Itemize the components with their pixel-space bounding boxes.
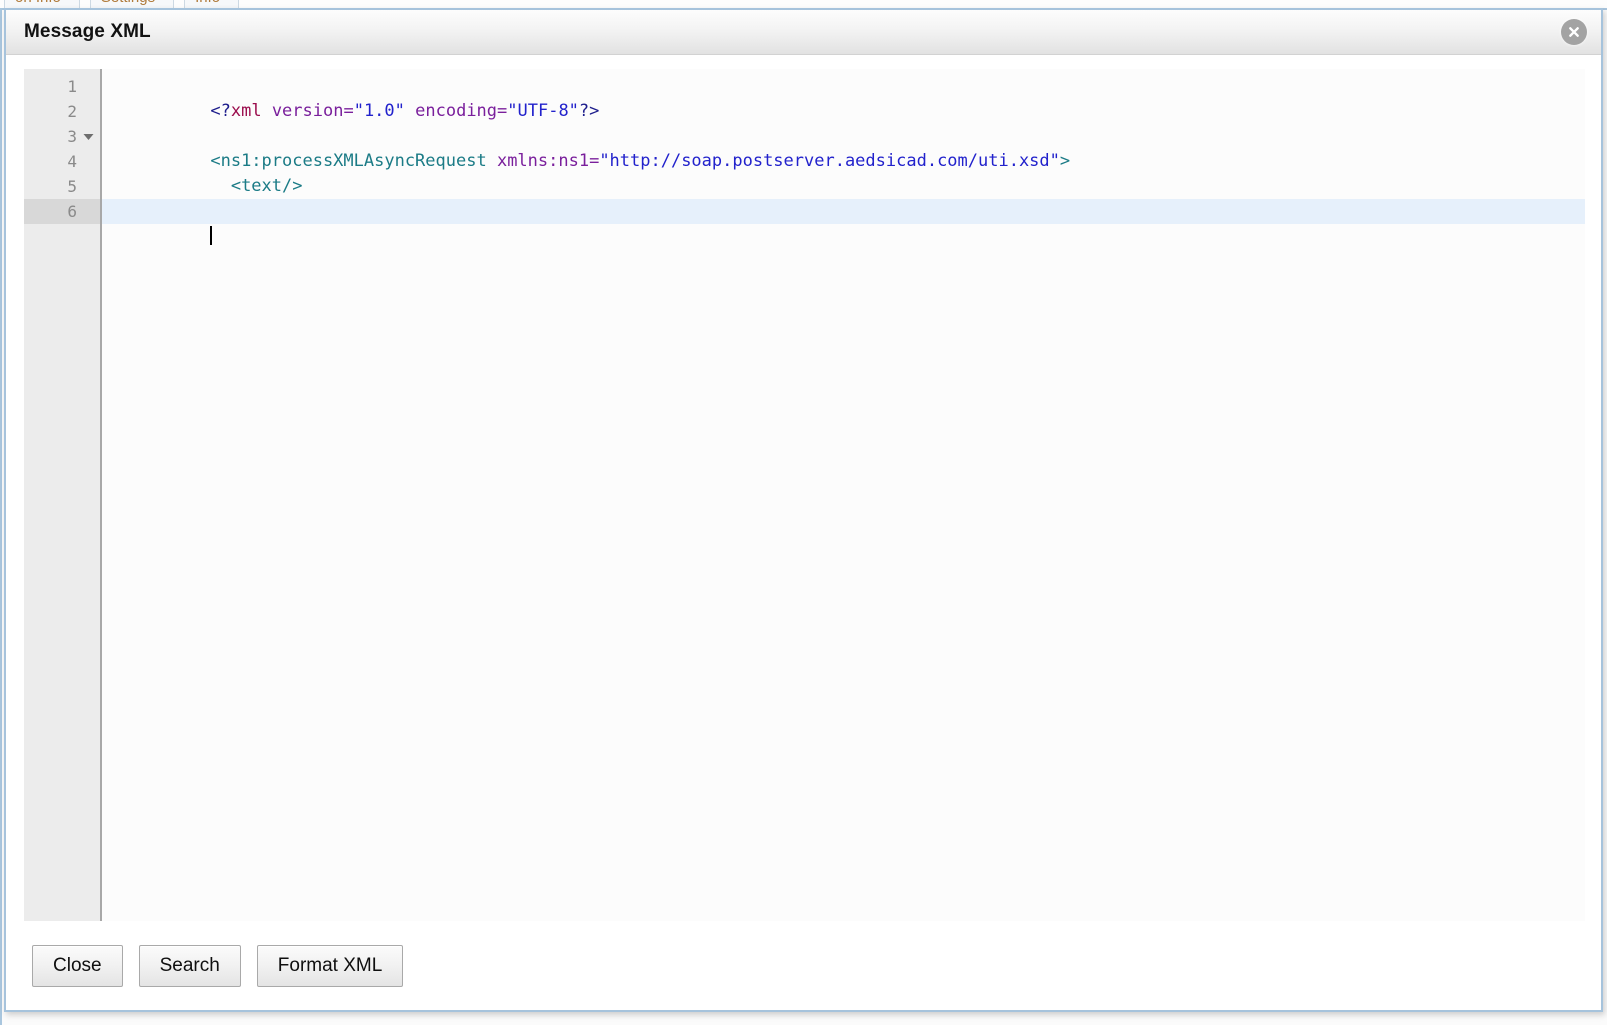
text-cursor	[210, 226, 213, 245]
close-circle-icon[interactable]	[1561, 19, 1587, 45]
gutter-row: 2	[24, 99, 100, 124]
xml-code-editor[interactable]: 1 2 3 4 5 6 <?xml version="1.0" encoding…	[24, 69, 1585, 921]
code-line-active	[102, 199, 1585, 245]
gutter-row-active: 6	[24, 199, 100, 224]
fold-arrow-icon[interactable]	[80, 133, 96, 141]
background-tab-info[interactable]: Info	[184, 0, 240, 8]
line-number: 3	[67, 127, 77, 146]
code-line: </ns1:processXMLAsyncRequest>	[102, 174, 1585, 221]
line-number: 2	[67, 102, 77, 121]
close-button[interactable]: Close	[32, 945, 123, 987]
line-number: 6	[67, 202, 77, 221]
gutter-row: 4	[24, 149, 100, 174]
gutter-row: 1	[24, 74, 100, 99]
background-tab-connection-info[interactable]: on Info	[4, 0, 80, 8]
code-line: <?xml version="1.0" encoding="UTF-8"?>	[102, 74, 1585, 121]
line-number: 4	[67, 152, 77, 171]
code-line: <ns1:processXMLAsyncRequest xmlns:ns1="h…	[102, 124, 1585, 171]
gutter-row: 5	[24, 174, 100, 199]
gutter-row: 3	[24, 124, 100, 149]
background-tab-settings[interactable]: Settings	[89, 0, 175, 8]
editor-code-area[interactable]: <?xml version="1.0" encoding="UTF-8"?> <…	[102, 69, 1585, 921]
dialog-title: Message XML	[24, 21, 151, 42]
dialog-title-bar: Message XML	[6, 10, 1601, 55]
message-xml-dialog: Message XML 1 2 3 4 5 6 <?xml version="1…	[4, 8, 1603, 1012]
dialog-content: 1 2 3 4 5 6 <?xml version="1.0" encoding…	[6, 55, 1601, 1010]
dialog-footer: Close Search Format XML	[24, 921, 1585, 1010]
line-number: 1	[67, 77, 77, 96]
editor-line-number-gutter: 1 2 3 4 5 6	[24, 69, 102, 921]
search-button[interactable]: Search	[138, 945, 241, 987]
line-number: 5	[67, 177, 77, 196]
format-xml-button[interactable]: Format XML	[256, 945, 404, 987]
code-line: <text/>	[102, 149, 1585, 196]
